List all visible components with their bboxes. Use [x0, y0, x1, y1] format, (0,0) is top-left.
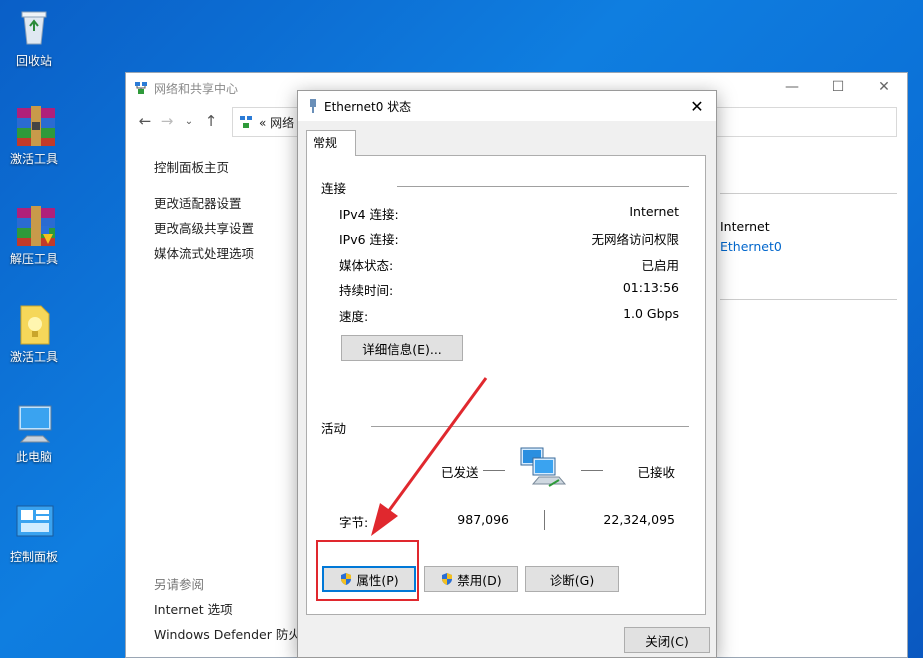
speed-value: 1.0 Gbps	[623, 306, 679, 321]
connection-group-header: 连接	[321, 181, 347, 196]
close-icon[interactable]: ✕	[861, 73, 907, 101]
ipv4-value: Internet	[629, 204, 679, 219]
media-state-value: 已启用	[641, 258, 679, 273]
ipv6-value: 无网络访问权限	[591, 232, 679, 247]
received-dash	[581, 470, 603, 471]
diagnose-button[interactable]: 诊断(G)	[525, 566, 619, 592]
desktop-icon-extract-tool[interactable]: 解压工具	[6, 204, 62, 267]
ipv6-label: IPv6 连接:	[339, 232, 399, 247]
internet-options-link[interactable]: Internet 选项	[154, 597, 304, 622]
speed-row: 速度: 1.0 Gbps	[339, 306, 679, 325]
duration-value: 01:13:56	[622, 280, 679, 295]
computer-icon	[13, 402, 55, 444]
address-text: « 网络	[259, 115, 295, 130]
bytes-received-value: 22,324,095	[603, 512, 675, 527]
annotation-highlight-box	[316, 540, 419, 601]
recycle-bin-icon	[13, 6, 55, 48]
desktop-icon-label: 激活工具	[9, 152, 58, 166]
change-adapter-settings-link[interactable]: 更改适配器设置	[154, 191, 254, 216]
desktop-icon-this-pc[interactable]: 此电脑	[6, 402, 62, 465]
ethernet-plug-icon	[310, 99, 316, 113]
desktop-icon-label: 此电脑	[15, 450, 52, 464]
desktop-icon-label: 解压工具	[9, 252, 58, 266]
duration-row: 持续时间: 01:13:56	[339, 280, 679, 299]
close-icon[interactable]: ✕	[682, 93, 712, 119]
desktop-icon-label: 回收站	[15, 54, 52, 68]
sent-label: 已发送	[441, 465, 479, 480]
dialog-titlebar[interactable]: Ethernet0 状态	[298, 91, 716, 121]
desktop-icon-activation-file[interactable]: 激活工具	[6, 302, 62, 365]
desktop-icon-control-panel[interactable]: 控制面板	[6, 502, 62, 565]
network-icon	[240, 116, 252, 128]
details-button[interactable]: 详细信息(E)...	[341, 335, 463, 361]
desktop-icon-label: 激活工具	[9, 350, 58, 364]
winrar-icon	[13, 104, 55, 146]
winrar-shortcut-icon	[13, 204, 55, 246]
desktop-icon-recycle-bin[interactable]: 回收站	[6, 6, 62, 69]
disable-button[interactable]: 禁用(D)	[424, 566, 518, 592]
duration-label: 持续时间:	[339, 283, 394, 298]
desktop-icon-label: 控制面板	[9, 550, 58, 564]
dialog-title: Ethernet0 状态	[324, 99, 412, 114]
network-computers-icon	[520, 447, 567, 487]
change-advanced-sharing-link[interactable]: 更改高级共享设置	[154, 216, 254, 241]
chevron-down-icon[interactable]: ⌄	[178, 116, 200, 127]
see-also-heading: 另请参阅	[154, 577, 205, 592]
received-label: 已接收	[637, 465, 675, 480]
activity-group-header: 活动	[321, 421, 347, 436]
bytes-label: 字节:	[339, 515, 369, 530]
forward-arrow-icon[interactable]: →	[156, 112, 178, 130]
bytes-sent-value: 987,096	[457, 512, 509, 527]
window-title: 网络和共享中心	[154, 81, 239, 96]
tab-general[interactable]: 常规	[306, 130, 356, 156]
disable-label: 禁用(D)	[457, 572, 502, 588]
windows-defender-firewall-link[interactable]: Windows Defender 防火墙	[154, 622, 304, 647]
media-state-row: 媒体状态: 已启用	[339, 255, 679, 274]
close-button[interactable]: 关闭(C)	[624, 627, 710, 653]
maximize-icon[interactable]: ☐	[815, 73, 861, 101]
back-arrow-icon[interactable]: ←	[134, 112, 156, 130]
sent-dash	[483, 470, 505, 471]
media-state-label: 媒体状态:	[339, 258, 394, 273]
divider	[720, 299, 897, 300]
bytes-separator	[544, 510, 545, 530]
access-type-value: Internet	[720, 219, 770, 234]
ipv4-row: IPv4 连接: Internet	[339, 204, 679, 223]
group-divider	[371, 426, 689, 427]
uac-shield-icon	[442, 573, 453, 585]
up-arrow-icon[interactable]: ↑	[200, 112, 222, 130]
control-panel-home-link[interactable]: 控制面板主页	[154, 155, 229, 180]
group-divider	[397, 186, 689, 187]
file-icon	[13, 302, 55, 345]
ethernet0-link[interactable]: Ethernet0	[720, 239, 782, 254]
control-panel-icon	[13, 502, 55, 544]
media-streaming-link[interactable]: 媒体流式处理选项	[154, 241, 254, 266]
desktop-icon-activation-tool[interactable]: 激活工具	[6, 104, 62, 167]
divider	[720, 193, 897, 194]
ipv6-row: IPv6 连接: 无网络访问权限	[339, 229, 679, 248]
ipv4-label: IPv4 连接:	[339, 207, 399, 222]
minimize-icon[interactable]: —	[769, 73, 815, 101]
network-icon	[135, 82, 147, 94]
speed-label: 速度:	[339, 309, 369, 324]
